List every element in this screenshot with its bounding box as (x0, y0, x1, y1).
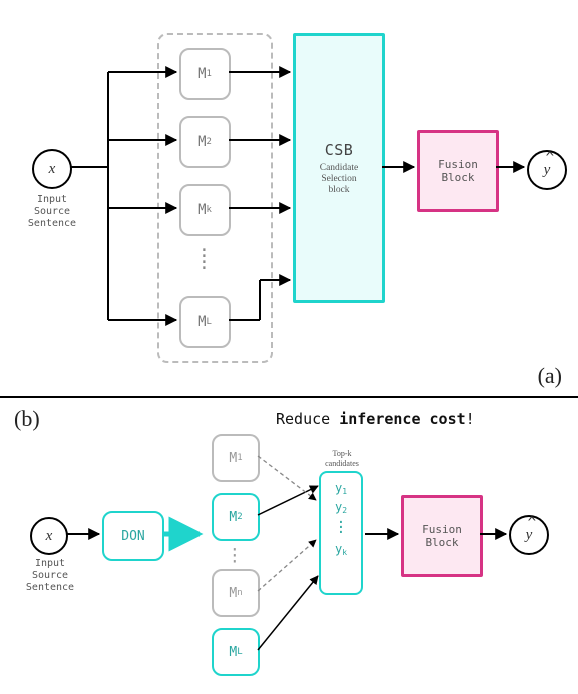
a-m1-letter: M (198, 66, 206, 82)
a-input-node: x (32, 149, 72, 189)
panel-divider (0, 396, 578, 398)
b-ml-sub: L (237, 647, 242, 657)
a-model-ml: ML (179, 296, 231, 348)
b-model-m2: M2 (212, 493, 260, 541)
a-mk-sub: k (207, 205, 212, 215)
b-output-node: y (509, 515, 549, 555)
a-mk-letter: M (198, 202, 206, 218)
b-candidates-label: Top-k candidates (314, 449, 370, 469)
a-csb-subtitle: Candidate Selection block (320, 163, 359, 196)
b-model-mn: Mn (212, 569, 260, 617)
b-m1-sub: 1 (237, 453, 242, 463)
b-candidates-ellipsis: ··· (337, 521, 345, 536)
b-don-block: DON (102, 511, 164, 561)
a-input-x: x (49, 161, 56, 178)
b-mn-letter: M (229, 586, 237, 601)
connector-layer (0, 0, 578, 694)
b-mn-sub: n (237, 588, 242, 598)
b-tagline-prefix: Reduce (276, 410, 339, 428)
a-fusion-block: Fusion Block (417, 130, 499, 212)
b-m1-letter: M (229, 451, 237, 466)
b-tagline-bold: inference cost (339, 410, 465, 428)
b-input-node: x (30, 517, 68, 555)
a-output-y: y (544, 162, 551, 179)
a-model-m1: M1 (179, 48, 231, 100)
b-ml-letter: M (229, 645, 237, 660)
b-model-m1: M1 (212, 434, 260, 482)
a-models-ellipsis: ···· (199, 248, 207, 272)
b-input-x: x (46, 528, 53, 545)
b-input-label: Input Source Sentence (17, 558, 83, 594)
b-model-ml: ML (212, 628, 260, 676)
a-m1-sub: 1 (207, 69, 212, 79)
b-tagline: Reduce inference cost! (276, 410, 475, 428)
a-m2-letter: M (198, 134, 206, 150)
b-panel-label: (b) (14, 406, 40, 432)
b-tagline-suffix: ! (466, 410, 475, 428)
b-y1: y1 (335, 481, 347, 496)
a-m2-sub: 2 (207, 137, 212, 147)
a-panel-label: (a) (538, 363, 562, 389)
b-models-ellipsis: ··· (230, 547, 238, 565)
b-y2: y2 (335, 500, 347, 515)
b-m2-sub: 2 (237, 512, 242, 522)
a-output-node: y (527, 150, 567, 190)
b-fusion-block: Fusion Block (401, 495, 483, 577)
a-csb-title: CSB (325, 141, 354, 159)
b-output-y: y (526, 527, 533, 544)
a-ml-letter: M (198, 314, 206, 330)
a-csb-block: CSB Candidate Selection block (293, 33, 385, 303)
a-model-m2: M2 (179, 116, 231, 168)
b-candidates-box: y1 y2 ··· yk (319, 471, 363, 595)
a-ml-sub: L (207, 317, 212, 327)
b-yk: yk (335, 542, 347, 557)
a-model-mk: Mk (179, 184, 231, 236)
a-input-label: Input Source Sentence (19, 194, 85, 230)
b-m2-letter: M (229, 510, 237, 525)
